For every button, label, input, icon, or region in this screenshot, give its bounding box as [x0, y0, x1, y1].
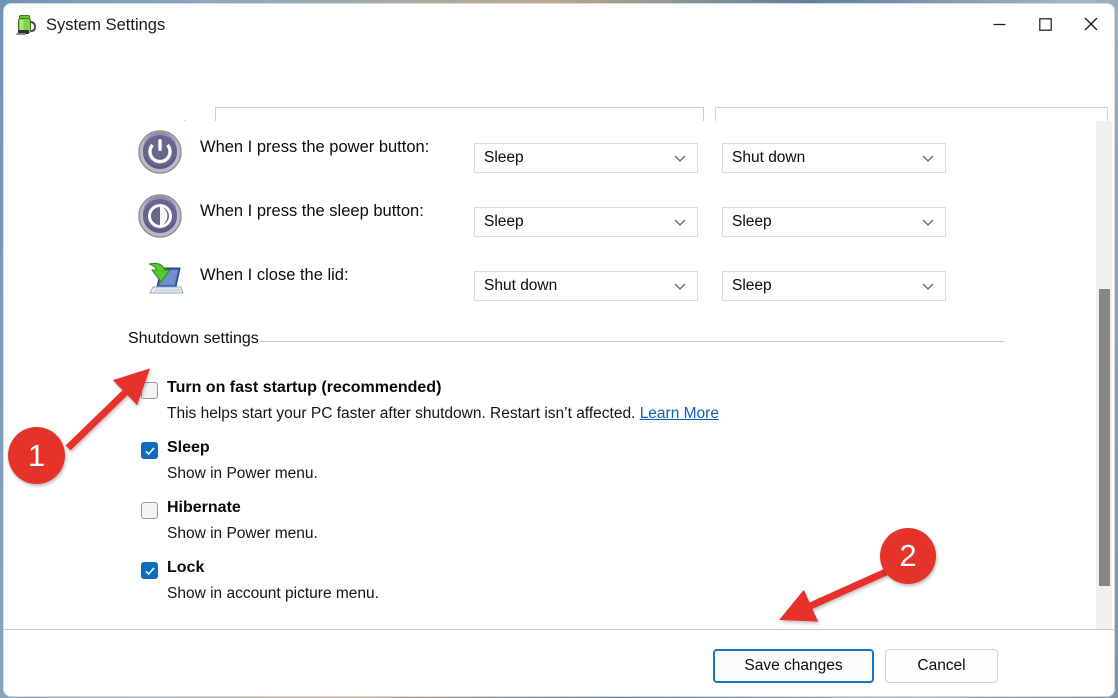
- close-lid-row: When I close the lid: Shut down Sleep: [4, 254, 1115, 314]
- sleep-button-on-battery-select[interactable]: Sleep: [474, 207, 698, 237]
- title-bar: System Settings: [4, 4, 1114, 49]
- shutdown-settings-header: Shutdown settings: [4, 330, 1115, 354]
- power-button-on-battery-value: Sleep: [484, 149, 524, 167]
- scrollbar-thumb[interactable]: [1099, 289, 1110, 586]
- power-plug-battery-icon: [13, 12, 39, 38]
- power-button-plugged-in-select[interactable]: Shut down: [722, 143, 946, 173]
- sleep-button-plugged-in-value: Sleep: [732, 213, 772, 231]
- close-lid-label: When I close the lid:: [200, 266, 349, 285]
- close-lid-plugged-in-value: Sleep: [732, 277, 772, 295]
- hibernate-checkbox[interactable]: [141, 502, 158, 519]
- power-button-label: When I press the power button:: [200, 138, 429, 157]
- settings-content: When I press the power button: Sleep Shu…: [4, 121, 1115, 629]
- section-divider: [261, 341, 1005, 342]
- fast-startup-description-text: This helps start your PC faster after sh…: [167, 405, 640, 422]
- close-lid-on-battery-value: Shut down: [484, 277, 557, 295]
- lock-label[interactable]: Lock: [167, 559, 204, 577]
- minimize-button[interactable]: [976, 4, 1022, 44]
- sleep-button-on-battery-value: Sleep: [484, 213, 524, 231]
- fast-startup-checkbox[interactable]: [141, 382, 158, 399]
- chevron-down-icon: [921, 151, 935, 165]
- window-title: System Settings: [46, 14, 165, 36]
- hibernate-description: Show in Power menu.: [167, 525, 318, 543]
- chevron-down-icon: [921, 215, 935, 229]
- power-button-row: When I press the power button: Sleep Shu…: [4, 126, 1115, 186]
- sleep-label[interactable]: Sleep: [167, 439, 210, 457]
- navigation-bar: « Power Opt... › System Settings: [4, 49, 1114, 121]
- power-button-on-battery-select[interactable]: Sleep: [474, 143, 698, 173]
- power-button-icon: [136, 128, 184, 176]
- fast-startup-description: This helps start your PC faster after sh…: [167, 405, 719, 423]
- hibernate-label[interactable]: Hibernate: [167, 499, 241, 517]
- chevron-down-icon: [673, 215, 687, 229]
- sleep-button-icon: [136, 192, 184, 240]
- laptop-lid-icon: [136, 256, 184, 304]
- power-button-plugged-in-value: Shut down: [732, 149, 805, 167]
- lock-checkbox[interactable]: [141, 562, 158, 579]
- sleep-button-plugged-in-select[interactable]: Sleep: [722, 207, 946, 237]
- sleep-button-label: When I press the sleep button:: [200, 202, 424, 221]
- chevron-down-icon: [921, 279, 935, 293]
- close-button[interactable]: [1068, 4, 1114, 44]
- chevron-down-icon: [673, 279, 687, 293]
- cancel-button[interactable]: Cancel: [885, 649, 998, 683]
- sleep-checkbox[interactable]: [141, 442, 158, 459]
- lock-description: Show in account picture menu.: [167, 585, 379, 603]
- sleep-description: Show in Power menu.: [167, 465, 318, 483]
- maximize-button[interactable]: [1022, 4, 1068, 44]
- footer-bar: Save changes Cancel: [4, 630, 1115, 697]
- learn-more-link[interactable]: Learn More: [640, 405, 719, 422]
- close-lid-plugged-in-select[interactable]: Sleep: [722, 271, 946, 301]
- close-lid-on-battery-select[interactable]: Shut down: [474, 271, 698, 301]
- save-changes-button[interactable]: Save changes: [713, 649, 874, 683]
- shutdown-settings-title: Shutdown settings: [128, 330, 259, 348]
- chevron-down-icon: [673, 151, 687, 165]
- system-settings-window: System Settings: [3, 3, 1115, 697]
- fast-startup-label[interactable]: Turn on fast startup (recommended): [167, 379, 441, 397]
- vertical-scrollbar[interactable]: [1096, 121, 1112, 629]
- sleep-button-row: When I press the sleep button: Sleep Sle…: [4, 190, 1115, 250]
